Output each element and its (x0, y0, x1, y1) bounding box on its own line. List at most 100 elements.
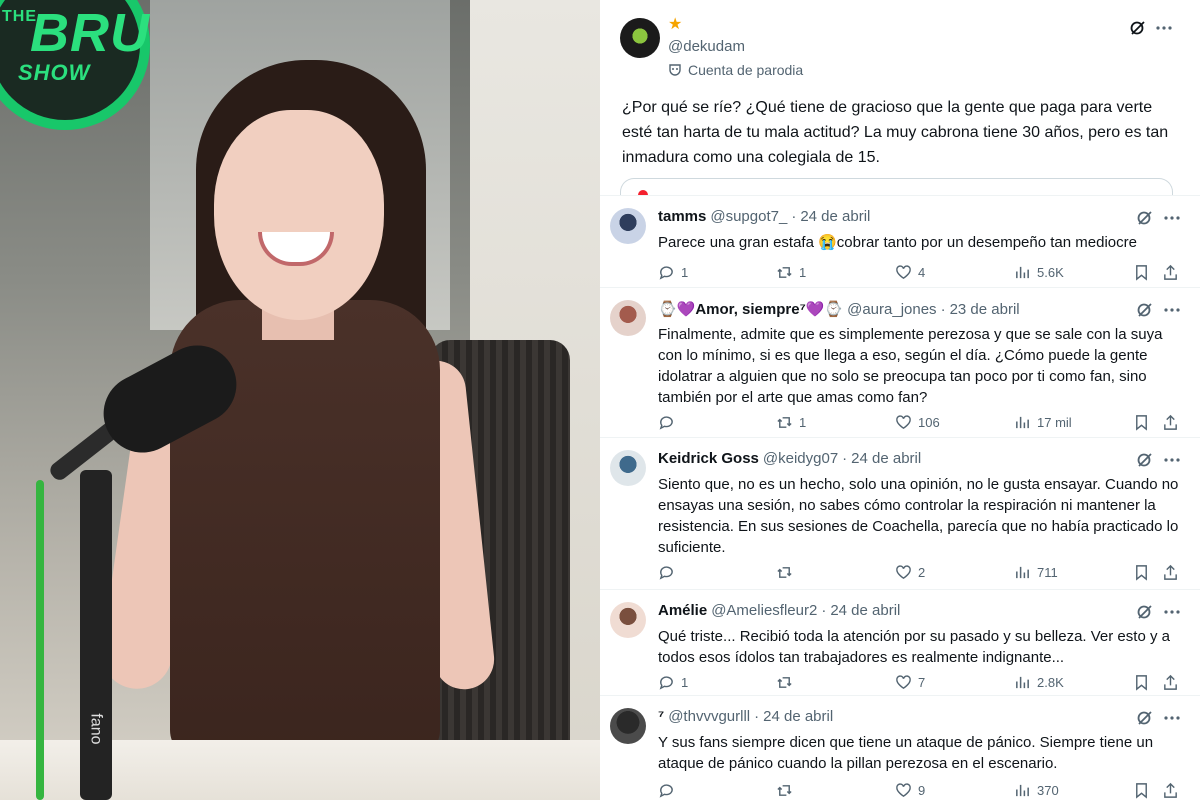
main-post[interactable]: ★ @dekudam Cuenta de parodia ¿Por qué se… (600, 0, 1200, 218)
reply-name[interactable]: ⌚💜Amor, siempre⁷💜⌚ (658, 301, 843, 318)
avatar[interactable] (610, 602, 646, 638)
comment-icon (659, 265, 673, 280)
more-icon[interactable] (1162, 450, 1182, 470)
grok-icon[interactable] (1128, 18, 1148, 38)
repost-button[interactable] (776, 562, 799, 582)
reply-handle[interactable]: @keidyg07 (763, 450, 838, 467)
reply-name[interactable]: Amélie (658, 602, 707, 619)
reply-date[interactable]: 24 de abril (800, 208, 870, 225)
separator-dot: · (821, 602, 827, 619)
bookmark-button[interactable] (1133, 262, 1150, 282)
reply-header: ⁷ @thvvvgurlll · 24 de abril (658, 708, 833, 725)
share-button[interactable] (1162, 672, 1179, 692)
share-button[interactable] (1162, 562, 1179, 582)
action-bar: 2 711 (658, 562, 1188, 582)
repost-button[interactable]: 1 (776, 412, 806, 432)
action-bar: 1 1 4 5.6K (658, 262, 1188, 282)
bookmark-icon (1136, 564, 1147, 581)
reply-handle[interactable]: @thvvvgurlll (668, 708, 750, 725)
reply-handle[interactable]: @Ameliesfleur2 (711, 602, 817, 619)
reply-button[interactable] (658, 780, 681, 800)
repost-button[interactable] (776, 780, 799, 800)
avatar[interactable] (610, 300, 646, 336)
views-button[interactable]: 17 mil (1014, 412, 1072, 432)
repost-button[interactable]: 1 (776, 262, 806, 282)
grok-icon[interactable] (1135, 300, 1155, 320)
grok-icon[interactable] (1135, 208, 1155, 228)
avatar[interactable] (610, 208, 646, 244)
like-button[interactable]: 7 (895, 672, 925, 692)
reply-name[interactable]: tamms (658, 208, 706, 225)
bookmark-icon (1136, 264, 1147, 281)
reply-button[interactable] (658, 412, 681, 432)
grok-icon[interactable] (1135, 708, 1155, 728)
like-button[interactable]: 106 (895, 412, 940, 432)
comment-icon (659, 783, 673, 798)
reply-item[interactable]: tamms @supgot7_ · 24 de abril Parece una gr… (600, 195, 1200, 287)
views-icon (1016, 566, 1029, 578)
more-icon[interactable] (1154, 18, 1174, 38)
share-button[interactable] (1162, 262, 1179, 282)
more-icon[interactable] (1162, 208, 1182, 228)
post-text: ¿Por qué se ríe? ¿Qué tiene de gracioso … (622, 99, 1169, 166)
reply-name[interactable]: ⁷ (658, 708, 664, 725)
action-bar: 9 370 (658, 780, 1188, 800)
bookmark-button[interactable] (1133, 672, 1150, 692)
post-handle[interactable]: @dekudam (668, 38, 745, 55)
reply-date[interactable]: 24 de abril (851, 450, 921, 467)
action-bar: 1 106 17 mil (658, 412, 1188, 432)
more-icon[interactable] (1162, 708, 1182, 728)
repost-icon (777, 416, 792, 428)
views-button[interactable]: 711 (1014, 562, 1058, 582)
reply-handle[interactable]: @supgot7_ (710, 208, 787, 225)
avatar[interactable] (620, 18, 660, 58)
reply-handle[interactable]: @aura_jones (847, 301, 936, 318)
views-button[interactable]: 5.6K (1014, 262, 1064, 282)
share-button[interactable] (1162, 780, 1179, 800)
reply-item[interactable]: Keidrick Goss @keidyg07 · 24 de abril Sient… (600, 437, 1200, 589)
reply-name[interactable]: Keidrick Goss (658, 450, 759, 467)
share-icon (1164, 264, 1177, 280)
comment-icon (659, 415, 673, 430)
repost-button[interactable] (776, 672, 799, 692)
mic-stand (80, 470, 112, 800)
person-face (214, 110, 384, 320)
share-icon (1164, 414, 1177, 430)
reply-date[interactable]: 24 de abril (830, 602, 900, 619)
bookmark-icon (1136, 674, 1147, 691)
reply-button[interactable]: 1 (658, 672, 688, 692)
bookmark-icon (1136, 414, 1147, 431)
reply-button[interactable]: 1 (658, 262, 688, 282)
reply-item[interactable]: ⁷ @thvvvgurlll · 24 de abril Y sus fans sie… (600, 695, 1200, 800)
bookmark-button[interactable] (1133, 780, 1150, 800)
reply-text: Siento que, no es un hecho, solo una opi… (658, 476, 1179, 556)
repost-icon (777, 676, 792, 688)
like-button[interactable]: 4 (895, 262, 925, 282)
bookmark-button[interactable] (1133, 562, 1150, 582)
heart-icon (896, 414, 911, 429)
reply-header: Keidrick Goss @keidyg07 · 24 de abril (658, 450, 921, 467)
action-bar: 1 7 2.8K (658, 672, 1188, 692)
stand-label: fano (87, 713, 105, 745)
bookmark-button[interactable] (1133, 412, 1150, 432)
views-icon (1016, 676, 1029, 688)
reply-button[interactable] (658, 562, 681, 582)
interview-photo: THE BRU SHOW fano (0, 0, 600, 800)
avatar[interactable] (610, 708, 646, 744)
reply-date[interactable]: 23 de abril (950, 301, 1020, 318)
more-icon[interactable] (1162, 300, 1182, 320)
more-icon[interactable] (1162, 602, 1182, 622)
reply-item[interactable]: Amélie @Ameliesfleur2 · 24 de abril Qué tri… (600, 589, 1200, 695)
repost-icon (777, 266, 792, 278)
like-button[interactable]: 2 (895, 562, 925, 582)
avatar[interactable] (610, 450, 646, 486)
grok-icon[interactable] (1135, 602, 1155, 622)
separator-dot: · (754, 708, 760, 725)
share-button[interactable] (1162, 412, 1179, 432)
reply-date[interactable]: 24 de abril (763, 708, 833, 725)
views-button[interactable]: 2.8K (1014, 672, 1064, 692)
views-button[interactable]: 370 (1014, 780, 1059, 800)
reply-item[interactable]: ⌚💜Amor, siempre⁷💜⌚ @aura_jones · 23 de abri… (600, 287, 1200, 437)
grok-icon[interactable] (1135, 450, 1155, 470)
like-button[interactable]: 9 (895, 780, 925, 800)
